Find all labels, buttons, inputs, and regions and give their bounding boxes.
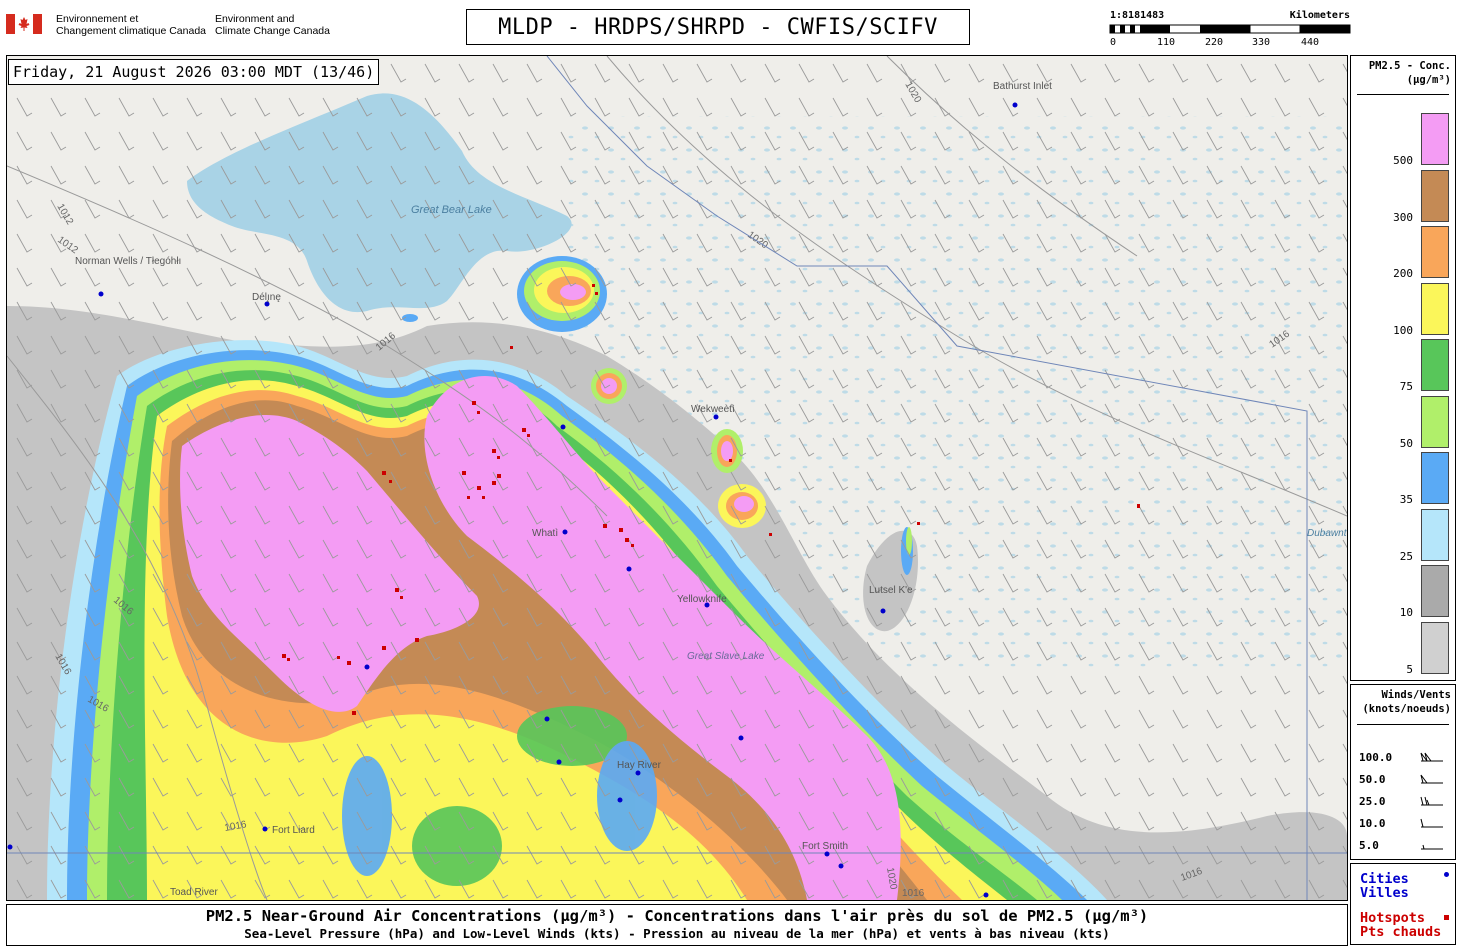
forecast-datetime: Friday, 21 August 2026 03:00 MDT (13/46) — [8, 59, 380, 85]
footer-line1: PM2.5 Near-Ground Air Concentrations (µg… — [205, 907, 1149, 925]
label-toad-river: Toad River — [170, 887, 218, 898]
agency-name-fr: Environnement et Changement climatique C… — [56, 13, 206, 37]
pm25-swatch-100 — [1421, 282, 1449, 335]
footer-caption: PM2.5 Near-Ground Air Concentrations (µg… — [6, 904, 1348, 946]
canada-flag-icon — [6, 14, 42, 34]
pm25-swatch-5 — [1421, 621, 1449, 674]
pm25-swatch-label-75: 75 — [1399, 380, 1413, 393]
label-fort-smith: Fort Smith — [802, 841, 848, 852]
cities-label-fr: Villes — [1360, 885, 1409, 901]
pm25-swatch-label-5: 5 — [1406, 662, 1413, 676]
city-dot-icon — [1444, 872, 1449, 877]
pm25-legend: PM2.5 - Conc. (µg/m³) 500 300 200 100 75 50 35… — [1350, 55, 1456, 681]
pm25-swatch-label-35: 35 — [1399, 493, 1413, 506]
pm25-swatch-300 — [1421, 169, 1449, 222]
wind-legend-rule — [1357, 724, 1449, 725]
scale-tick-4: 440 — [1301, 37, 1320, 48]
hotspot-square-icon — [1444, 915, 1449, 920]
scale-tick-2: 220 — [1205, 37, 1224, 48]
pm25-swatch-label-50: 50 — [1399, 436, 1413, 450]
label-norman-wells: Norman Wells / Tłegóhłı — [75, 256, 181, 267]
wind-speed-5: 5.0 — [1359, 839, 1379, 852]
scale-tick-1: 110 — [1157, 37, 1176, 48]
scale-tick-0: 0 — [1110, 37, 1117, 48]
page-title: MLDP - HRDPS/SHRPD - CWFIS/SCIFV — [466, 9, 970, 45]
pm25-swatch-label-200: 200 — [1393, 267, 1413, 280]
agency-en-line1: Environment and — [215, 13, 295, 25]
wind-speed-50: 50.0 — [1359, 773, 1386, 786]
label-dubawnt-lake: Dubawnt Lake — [1307, 528, 1347, 539]
wind-legend-title: Winds/Vents — [1381, 689, 1451, 701]
label-deline: Délı̨nę — [252, 292, 281, 303]
pm25-swatch-label-100: 100 — [1393, 323, 1413, 337]
label-bathurst-inlet: Bathurst Inlet — [993, 81, 1052, 92]
label-fort-liard: Fort Liard — [272, 825, 315, 836]
label-great-bear-lake: Great Bear Lake — [411, 204, 492, 216]
label-wekweeti: Wekweètì — [691, 404, 735, 415]
pm25-swatch-50 — [1421, 395, 1449, 448]
label-hay-river: Hay River — [617, 760, 662, 771]
points-legend: Cities Villes Hotspots Pts chauds — [1350, 863, 1456, 945]
eccc-logo-block: Environnement et Changement climatique C… — [6, 10, 426, 44]
scale-bar: 1:8181483 Kilometers 0 110 220 330 440 — [1108, 10, 1352, 50]
wind-barbs — [7, 56, 1347, 900]
wind-speed-25: 25.0 — [1359, 795, 1386, 808]
label-whati: Whatì — [532, 528, 558, 539]
pm25-swatch-label-300: 300 — [1393, 210, 1413, 224]
pm25-swatch-label-25: 25 — [1399, 549, 1413, 563]
wind-speed-10: 10.0 — [1359, 817, 1386, 830]
footer-line2: Sea-Level Pressure (hPa) and Low-Level W… — [244, 926, 1110, 941]
scale-bar-graphic — [1109, 24, 1351, 34]
agency-name-en: Environment and Climate Change Canada — [215, 13, 330, 37]
wind-legend-units: (knots/noeuds) — [1362, 703, 1451, 715]
agency-fr-line1: Environnement et — [56, 13, 139, 25]
pm25-swatch-25 — [1421, 508, 1449, 561]
pm25-legend-title: PM2.5 - Conc. — [1368, 60, 1451, 72]
pm25-swatch-10 — [1421, 565, 1449, 617]
pm25-swatch-label-500: 500 — [1393, 154, 1413, 167]
scale-ratio: 1:8181483 — [1110, 10, 1165, 21]
pm25-swatch-200 — [1421, 226, 1449, 278]
map-panel[interactable]: 1020 1020 1016 1012 1012 1016 1016 1016 … — [6, 55, 1348, 901]
label-great-slave-lake: Great Slave Lake — [687, 651, 765, 662]
agency-en-line2: Climate Change Canada — [215, 25, 330, 37]
pm25-swatch-35 — [1421, 452, 1449, 504]
label-yellowknife: Yellowknife — [677, 594, 727, 605]
scale-unit: Kilometers — [1289, 10, 1350, 21]
pm25-legend-units: (µg/m³) — [1406, 74, 1451, 86]
agency-fr-line2: Changement climatique Canada — [56, 25, 207, 37]
wind-barb-icons — [1420, 752, 1443, 850]
scale-tick-3: 330 — [1252, 37, 1271, 48]
pm25-legend-rule — [1357, 94, 1449, 95]
map-canvas[interactable]: 1020 1020 1016 1012 1012 1016 1016 1016 … — [7, 56, 1347, 900]
pm25-swatch-label-10: 10 — [1399, 606, 1413, 619]
wind-speed-100: 100.0 — [1359, 751, 1393, 764]
hotspots-label-fr: Pts chauds — [1360, 924, 1442, 940]
wind-legend: Winds/Vents (knots/noeuds) 100.0 50.0 25… — [1350, 684, 1456, 860]
pm25-swatch-500 — [1421, 113, 1449, 165]
pm25-swatch-75 — [1421, 339, 1449, 391]
label-lutselke: Lutsel K'e — [869, 585, 913, 596]
isobar-label-1016h: 1016 — [902, 888, 925, 899]
